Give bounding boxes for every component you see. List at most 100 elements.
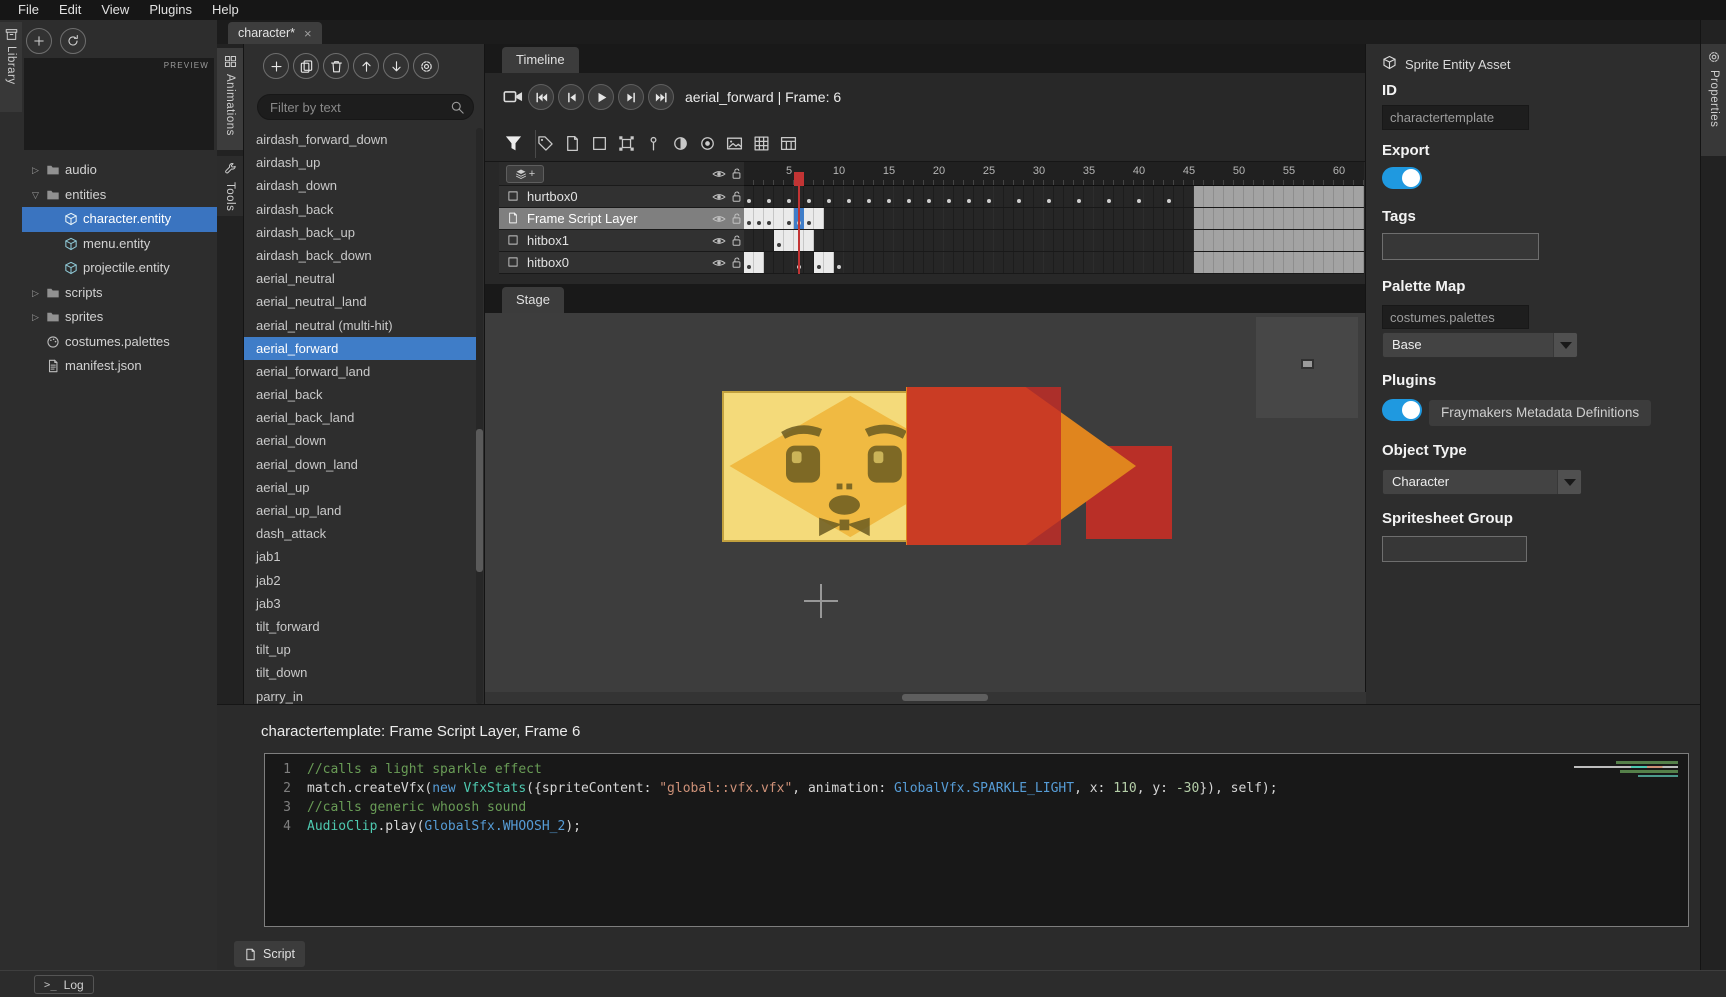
animation-item-tilt-up[interactable]: tilt_up: [244, 638, 477, 661]
collision-box-icon[interactable]: [591, 135, 608, 152]
timeline-layer-hitbox0[interactable]: hitbox0: [499, 252, 1364, 274]
plugins-toggle[interactable]: [1382, 399, 1422, 421]
timeline-layer-hitbox1[interactable]: hitbox1: [499, 230, 1364, 252]
next-frame-button[interactable]: [618, 84, 644, 110]
animation-item-aerial-neutral[interactable]: aerial_neutral: [244, 267, 477, 290]
layer-frame-track[interactable]: [744, 186, 1364, 208]
object-type-dropdown[interactable]: Character: [1382, 469, 1582, 495]
tag-icon[interactable]: [537, 135, 554, 152]
animation-item-aerial-up-land[interactable]: aerial_up_land: [244, 499, 477, 522]
lock-icon[interactable]: [730, 234, 743, 247]
scrollbar-thumb[interactable]: [476, 429, 483, 572]
tab-timeline[interactable]: Timeline: [502, 47, 579, 73]
stage-canvas[interactable]: [485, 313, 1366, 704]
library-refresh-button[interactable]: [60, 28, 86, 54]
animation-item-aerial-forward[interactable]: aerial_forward: [244, 337, 477, 360]
eye-icon[interactable]: [712, 256, 726, 270]
point-icon[interactable]: [645, 135, 662, 152]
tree-item-audio[interactable]: ▷audio: [22, 158, 217, 183]
layer-name-cell[interactable]: hitbox1: [499, 230, 744, 252]
spritesheet-group-input[interactable]: [1382, 536, 1527, 562]
tab-script[interactable]: Script: [234, 941, 305, 967]
stage-horizontal-scrollbar[interactable]: [902, 694, 988, 701]
tree-item-manifest-json[interactable]: manifest.json: [22, 354, 217, 379]
timeline-layer-hurtbox0[interactable]: hurtbox0: [499, 186, 1364, 208]
layer-frame-track[interactable]: [744, 230, 1364, 252]
onion-skin-icon[interactable]: [672, 135, 689, 152]
code-line-2[interactable]: 2match.createVfx(new VfxStats({spriteCon…: [265, 779, 1688, 798]
layer-frame-track[interactable]: [744, 252, 1364, 274]
frame-ruler[interactable]: 51015202530354045505560: [744, 162, 1364, 186]
animation-item-aerial-up[interactable]: aerial_up: [244, 476, 477, 499]
tree-item-projectile-entity[interactable]: projectile.entity: [22, 256, 217, 281]
animation-item-aerial-back-land[interactable]: aerial_back_land: [244, 406, 477, 429]
lock-icon[interactable]: [730, 256, 743, 269]
close-tab-icon[interactable]: ×: [304, 26, 312, 41]
tab-animations[interactable]: Animations: [217, 48, 243, 150]
code-line-4[interactable]: 4AudioClip.play(GlobalSfx.WHOOSH_2);: [265, 817, 1688, 836]
menu-item-file[interactable]: File: [8, 0, 49, 20]
layer-frame-track[interactable]: [744, 208, 1364, 230]
library-add-button[interactable]: [26, 28, 52, 54]
menu-item-help[interactable]: Help: [202, 0, 249, 20]
code-line-1[interactable]: 1//calls a light sparkle effect: [265, 760, 1688, 779]
animation-item-tilt-down[interactable]: tilt_down: [244, 661, 477, 684]
animation-settings-button[interactable]: [413, 53, 439, 79]
code-line-3[interactable]: 3//calls generic whoosh sound: [265, 798, 1688, 817]
animation-item-airdash-back-up[interactable]: airdash_back_up: [244, 221, 477, 244]
animation-item-parry-in[interactable]: parry_in: [244, 685, 477, 705]
eye-icon[interactable]: [712, 234, 726, 248]
animation-item-aerial-back[interactable]: aerial_back: [244, 383, 477, 406]
skip-end-button[interactable]: [648, 84, 674, 110]
animation-item-airdash-back-down[interactable]: airdash_back_down: [244, 244, 477, 267]
tab-library[interactable]: Library: [0, 22, 22, 112]
code-editor[interactable]: 1//calls a light sparkle effect2match.cr…: [264, 753, 1689, 927]
skip-start-button[interactable]: [528, 84, 554, 110]
collapse-arrow-icon[interactable]: ▽: [32, 183, 39, 208]
eye-icon[interactable]: [712, 190, 726, 204]
expand-arrow-icon[interactable]: ▷: [32, 158, 39, 183]
animation-item-aerial-down[interactable]: aerial_down: [244, 429, 477, 452]
eye-icon[interactable]: [712, 212, 726, 226]
tags-input[interactable]: [1382, 233, 1539, 260]
palette-dropdown[interactable]: Base: [1382, 332, 1578, 358]
delete-animation-button[interactable]: [323, 53, 349, 79]
play-button[interactable]: [588, 84, 614, 110]
animation-filter-input[interactable]: [258, 95, 443, 119]
animation-item-aerial-forward-land[interactable]: aerial_forward_land: [244, 360, 477, 383]
animation-item-jab2[interactable]: jab2: [244, 569, 477, 592]
animation-item-tilt-forward[interactable]: tilt_forward: [244, 615, 477, 638]
animation-item-dash-attack[interactable]: dash_attack: [244, 522, 477, 545]
prev-frame-button[interactable]: [558, 84, 584, 110]
playhead-marker[interactable]: [794, 172, 804, 186]
tab-properties[interactable]: Properties: [1701, 44, 1726, 156]
animation-item-airdash-up[interactable]: airdash_up: [244, 151, 477, 174]
move-down-button[interactable]: [383, 53, 409, 79]
expand-arrow-icon[interactable]: ▷: [32, 305, 39, 330]
menu-item-view[interactable]: View: [91, 0, 139, 20]
grid-icon[interactable]: [753, 135, 770, 152]
tree-item-entities[interactable]: ▽entities: [22, 183, 217, 208]
timeline-layer-frame-script-layer[interactable]: Frame Script Layer: [499, 208, 1364, 230]
animation-item-jab1[interactable]: jab1: [244, 545, 477, 568]
animation-item-airdash-forward-down[interactable]: airdash_forward_down: [244, 128, 477, 151]
lock-icon[interactable]: [730, 212, 743, 225]
layer-name-cell[interactable]: hitbox0: [499, 252, 744, 274]
frame-script-icon[interactable]: [564, 135, 581, 152]
layer-name-cell[interactable]: Frame Script Layer: [499, 208, 744, 230]
palette-map-input[interactable]: [1382, 305, 1529, 329]
circle-icon[interactable]: [699, 135, 716, 152]
animation-item-airdash-back[interactable]: airdash_back: [244, 198, 477, 221]
id-input[interactable]: [1382, 105, 1529, 130]
transform-icon[interactable]: [618, 135, 635, 152]
animation-item-aerial-neutral-multi-hit[interactable]: aerial_neutral (multi-hit): [244, 314, 477, 337]
animation-item-jab3[interactable]: jab3: [244, 592, 477, 615]
add-layer-button[interactable]: +: [506, 165, 544, 183]
animation-item-aerial-down-land[interactable]: aerial_down_land: [244, 453, 477, 476]
export-toggle[interactable]: [1382, 167, 1422, 189]
image-icon[interactable]: [726, 135, 743, 152]
add-animation-button[interactable]: [263, 53, 289, 79]
tree-item-character-entity[interactable]: character.entity: [22, 207, 217, 232]
menu-item-edit[interactable]: Edit: [49, 0, 91, 20]
tab-tools[interactable]: Tools: [217, 156, 243, 216]
